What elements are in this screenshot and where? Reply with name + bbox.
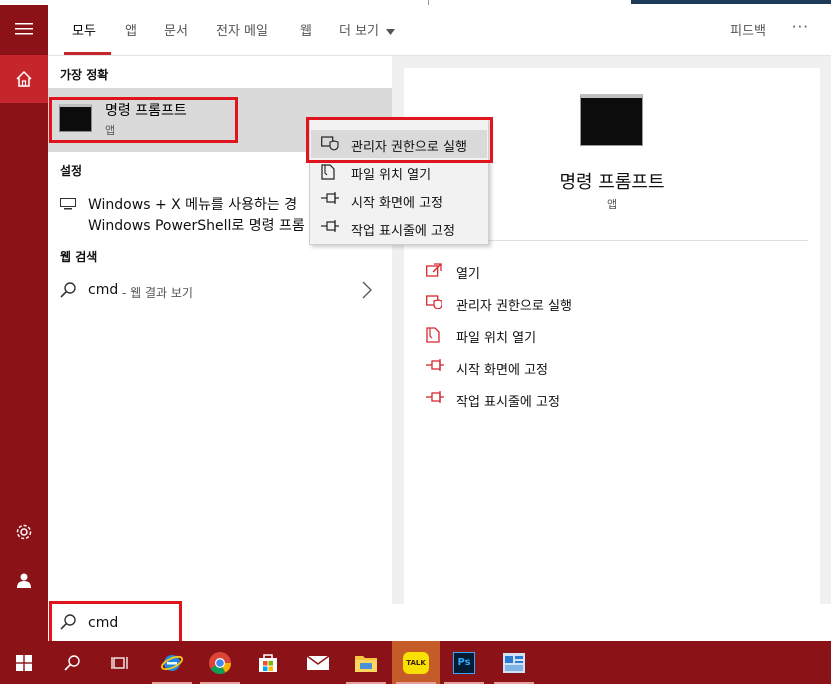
context-pin-to-taskbar-label: 작업 표시줄에 고정 (351, 224, 455, 239)
internet-explorer-button[interactable] (148, 641, 196, 684)
taskbar: TALK Ps (0, 641, 831, 684)
user-button[interactable] (0, 556, 48, 604)
action-pin-to-start[interactable]: 시작 화면에 고정 (426, 355, 806, 381)
internet-explorer-icon (160, 654, 184, 671)
web-search-suffix: - 웹 결과 보기 (122, 286, 193, 300)
context-open-file-location-label: 파일 위치 열기 (351, 168, 432, 183)
task-view-button[interactable] (96, 641, 144, 684)
hamburger-menu-button[interactable] (0, 5, 48, 53)
pin-icon (321, 192, 339, 204)
shield-icon (426, 295, 442, 309)
kakaotalk-label: TALK (406, 658, 426, 667)
kakaotalk-button[interactable]: TALK (392, 641, 440, 684)
highlight-best-match (49, 97, 238, 143)
hamburger-icon (15, 23, 33, 35)
monitor-icon (60, 198, 76, 210)
search-icon (60, 282, 76, 298)
windows-start-icon (16, 654, 32, 671)
mail-button[interactable] (294, 641, 342, 684)
highlight-search-box (49, 601, 182, 644)
start-button[interactable] (0, 641, 48, 684)
tab-all[interactable]: 모두 (72, 20, 96, 39)
store-button[interactable] (244, 641, 292, 684)
setting-result-line1: Windows + X 메뉴를 사용하는 경 (88, 197, 298, 213)
file-explorer-button[interactable] (342, 641, 390, 684)
home-icon (16, 71, 32, 87)
action-open[interactable]: 열기 (426, 259, 806, 285)
kakaotalk-icon: TALK (403, 651, 429, 674)
tab-apps[interactable]: 앱 (125, 20, 137, 39)
pin-icon (426, 359, 444, 371)
action-run-as-admin-label: 관리자 권한으로 실행 (456, 299, 572, 314)
filter-tabs: 모두 앱 문서 전자 메일 웹 더 보기 피드백 ··· (48, 5, 831, 56)
tab-more[interactable]: 더 보기 (339, 20, 396, 39)
background-window-edge (631, 0, 831, 4)
gear-icon (16, 524, 32, 540)
pin-icon (321, 220, 339, 232)
context-pin-to-start[interactable]: 시작 화면에 고정 (311, 186, 487, 214)
settings-button[interactable] (0, 508, 48, 556)
chrome-icon (209, 651, 231, 674)
action-pin-to-taskbar-label: 작업 표시줄에 고정 (456, 395, 560, 410)
pin-icon (426, 391, 444, 403)
command-prompt-large-icon (580, 94, 643, 146)
user-icon (17, 573, 31, 588)
app-icon (503, 652, 525, 673)
search-icon (64, 654, 80, 671)
settings-header: 설정 (60, 164, 83, 178)
best-match-header: 가장 정확 (60, 68, 109, 82)
active-tab-indicator (64, 52, 111, 55)
context-pin-to-start-label: 시작 화면에 고정 (351, 196, 443, 211)
web-search-header: 웹 검색 (60, 250, 98, 264)
action-pin-to-taskbar[interactable]: 작업 표시줄에 고정 (426, 387, 806, 413)
start-menu-rail (0, 5, 48, 641)
photoshop-icon: Ps (453, 651, 475, 674)
feedback-button[interactable]: 피드백 (730, 20, 766, 39)
action-run-as-admin[interactable]: 관리자 권한으로 실행 (426, 291, 806, 317)
open-icon (426, 263, 442, 277)
context-pin-to-taskbar[interactable]: 작업 표시줄에 고정 (311, 214, 487, 242)
task-view-icon (111, 656, 128, 669)
taskbar-search-button[interactable] (48, 641, 96, 684)
highlight-run-as-admin (306, 117, 493, 163)
action-open-label: 열기 (456, 267, 480, 282)
home-button[interactable] (0, 55, 48, 103)
file-icon (321, 164, 335, 180)
web-search-query: cmd (88, 282, 119, 298)
chrome-button[interactable] (196, 641, 244, 684)
action-open-file-location[interactable]: 파일 위치 열기 (426, 323, 806, 349)
chevron-down-icon (386, 28, 396, 35)
setting-result-line2: Windows PowerShell로 명령 프롬 (88, 218, 305, 234)
photoshop-button[interactable]: Ps (440, 641, 488, 684)
store-icon (259, 653, 277, 672)
chevron-right-icon[interactable] (362, 281, 372, 299)
photoshop-label: Ps (457, 657, 471, 668)
tab-web[interactable]: 웹 (300, 20, 312, 39)
tab-more-label: 더 보기 (339, 24, 380, 39)
action-open-file-location-label: 파일 위치 열기 (456, 331, 537, 346)
tab-email[interactable]: 전자 메일 (216, 20, 268, 39)
file-icon (426, 327, 440, 343)
web-search-item[interactable]: cmd - 웹 결과 보기 (48, 276, 392, 306)
more-options-button[interactable]: ··· (792, 18, 809, 36)
action-pin-to-start-label: 시작 화면에 고정 (456, 363, 548, 378)
file-explorer-icon (355, 655, 377, 672)
tab-documents[interactable]: 문서 (164, 20, 188, 39)
mail-icon (306, 654, 330, 670)
app-button[interactable] (490, 641, 538, 684)
